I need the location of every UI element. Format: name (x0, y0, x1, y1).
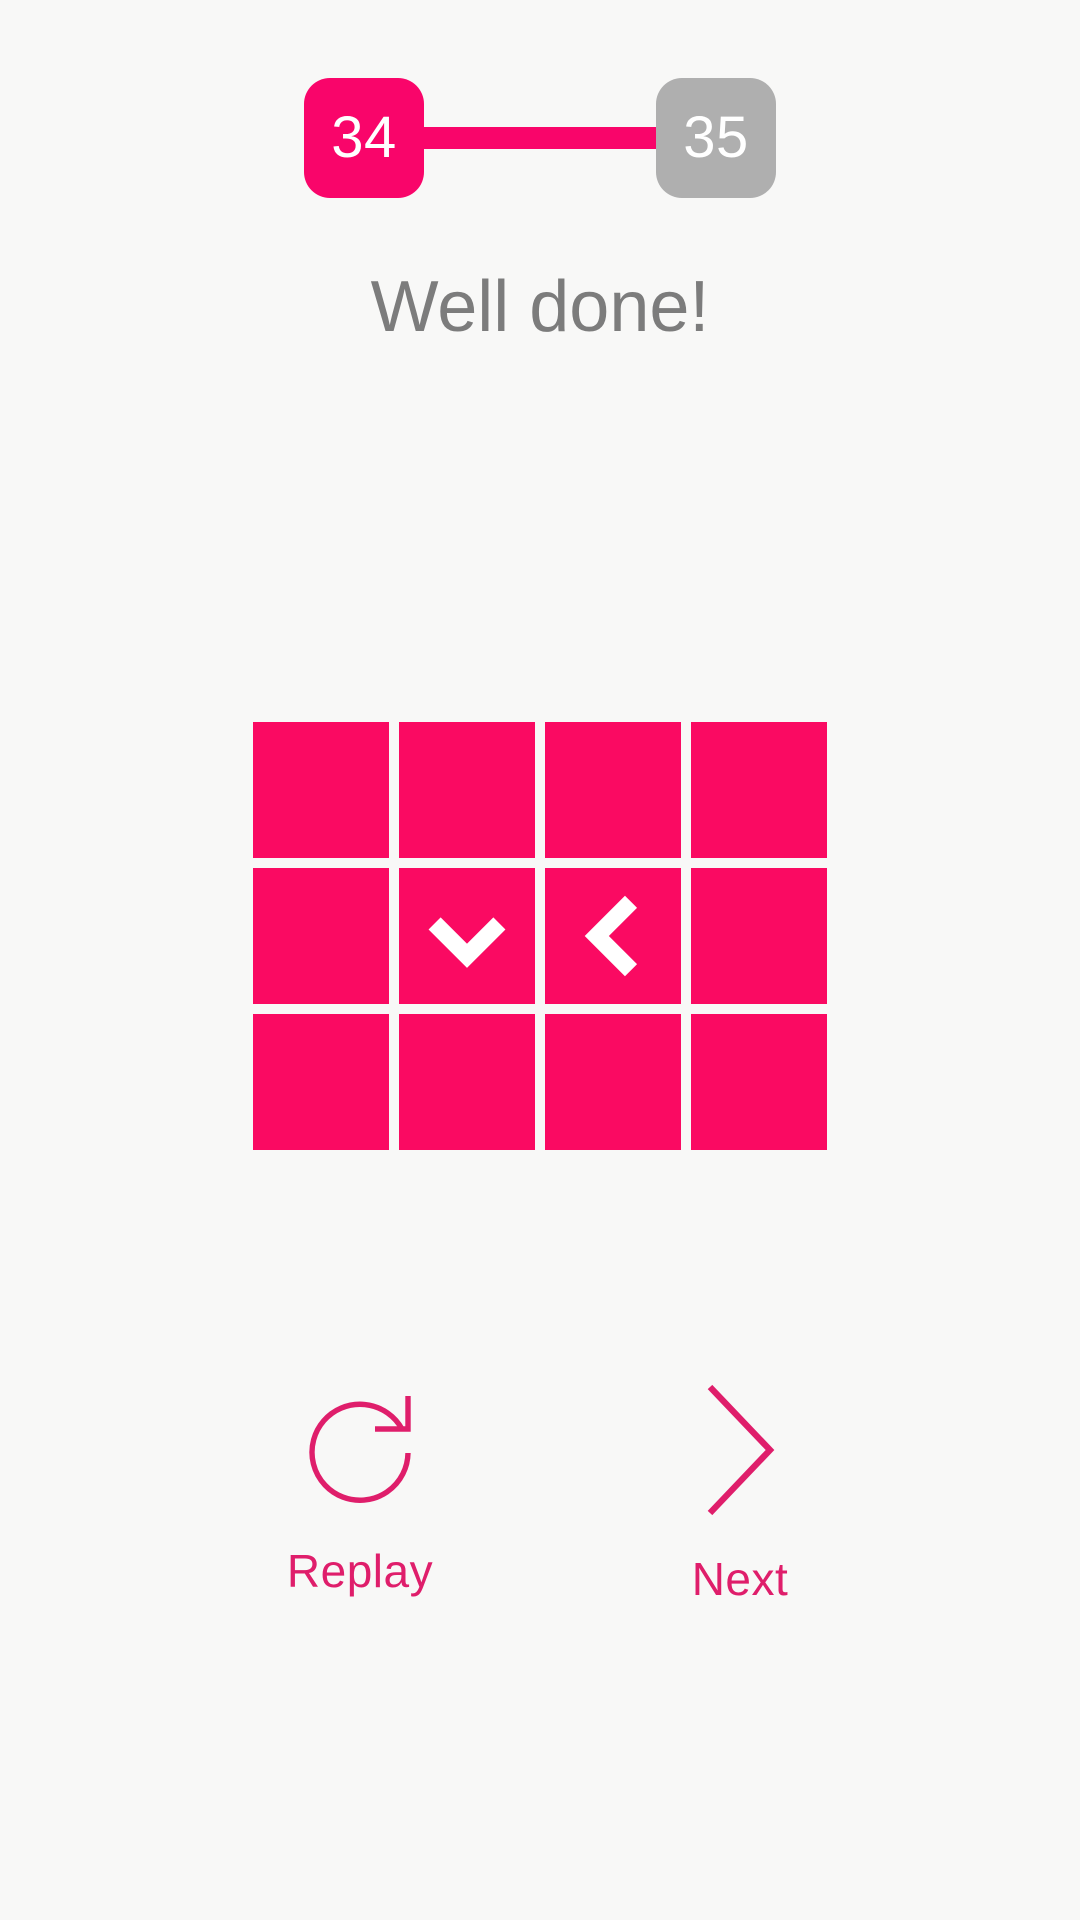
headline-text: Well done! (370, 267, 710, 347)
grid-tile[interactable] (545, 1014, 681, 1150)
current-step-label: 34 (331, 105, 397, 170)
chevron-down-icon (422, 891, 512, 981)
progress-connector-bar (420, 126, 660, 149)
tile-grid (253, 722, 827, 1150)
replay-label: Replay (286, 1545, 434, 1597)
chevron-right-icon (685, 1370, 795, 1530)
next-button[interactable]: Next (685, 1370, 795, 1606)
grid-tile[interactable] (691, 868, 827, 1004)
grid-tile[interactable] (691, 722, 827, 858)
replay-button[interactable]: Replay (285, 1370, 435, 1606)
grid-tile[interactable] (691, 1014, 827, 1150)
chevron-left-icon (568, 891, 658, 981)
grid-tile[interactable] (545, 868, 681, 1004)
progress-track: 34 35 (304, 77, 776, 198)
action-bar: Replay Next (0, 1370, 1080, 1606)
next-label: Next (691, 1553, 789, 1605)
progress-header: 34 35 (0, 75, 1080, 200)
grid-tile[interactable] (399, 1014, 535, 1150)
next-step-badge[interactable]: 35 (656, 77, 776, 198)
current-step-badge[interactable]: 34 (304, 77, 424, 198)
grid-tile[interactable] (253, 1014, 389, 1150)
grid-tile[interactable] (253, 868, 389, 1004)
well-done-screen: 34 35 Well done! Replay Next (0, 0, 1080, 1920)
tile-grid-wrapper (0, 722, 1080, 1150)
replay-circular-arrow-icon (285, 1370, 435, 1530)
grid-tile[interactable] (399, 722, 535, 858)
grid-tile[interactable] (545, 722, 681, 858)
next-step-label: 35 (683, 105, 749, 170)
grid-tile[interactable] (399, 868, 535, 1004)
grid-tile[interactable] (253, 722, 389, 858)
